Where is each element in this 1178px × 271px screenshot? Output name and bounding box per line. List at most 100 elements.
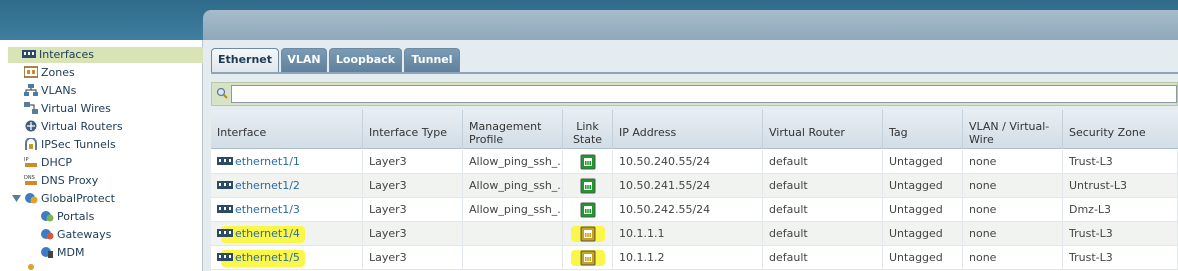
tab-underline bbox=[211, 72, 1178, 74]
virtual-wires-icon bbox=[24, 102, 38, 114]
search-input[interactable] bbox=[231, 85, 1177, 103]
cell-link-state bbox=[563, 222, 613, 246]
cell-interface: ethernet1/1 bbox=[211, 150, 363, 174]
expand-triangle-icon[interactable] bbox=[12, 194, 21, 203]
column-header-interface[interactable]: Interface bbox=[211, 110, 363, 149]
sidebar-item-dhcp[interactable]: IP DHCP bbox=[24, 155, 72, 171]
sidebar-item-label: Zones bbox=[41, 66, 75, 79]
cell-security-zone: Dmz-L3 bbox=[1063, 198, 1178, 222]
gateways-icon bbox=[41, 229, 54, 240]
cell-interface: ethernet1/4 bbox=[211, 222, 363, 246]
sidebar-item-dns-proxy[interactable]: DNS DNS Proxy bbox=[24, 173, 98, 189]
cell-tag: Untagged bbox=[883, 174, 963, 198]
cell-vlan-virtual-wire: none bbox=[963, 222, 1063, 246]
sidebar-item-label: VLANs bbox=[41, 84, 77, 97]
column-header-ip-address[interactable]: IP Address bbox=[613, 110, 763, 149]
cell-link-state bbox=[563, 246, 613, 270]
link-unknown-icon bbox=[571, 250, 605, 266]
sidebar-item-virtual-wires[interactable]: Virtual Wires bbox=[24, 101, 111, 117]
table-row[interactable]: ethernet1/4 Layer3 10.1.1.1 default Untagged… bbox=[211, 222, 1178, 246]
interface-link[interactable]: ethernet1/1 bbox=[217, 155, 300, 168]
interface-name[interactable]: ethernet1/3 bbox=[235, 203, 300, 216]
cell-interface-type: Layer3 bbox=[363, 198, 463, 222]
table-header: Interface Interface Type Management Prof… bbox=[211, 110, 1178, 149]
cell-interface-type: Layer3 bbox=[363, 174, 463, 198]
sidebar-item-label: DHCP bbox=[41, 156, 73, 169]
tab-vlan[interactable]: VLAN bbox=[281, 48, 327, 72]
tab-ethernet[interactable]: Ethernet bbox=[211, 48, 279, 73]
sidebar-item-vlans[interactable]: VLANs bbox=[24, 83, 76, 99]
cell-virtual-router: default bbox=[763, 174, 883, 198]
interface-name[interactable]: ethernet1/5 bbox=[235, 251, 300, 264]
sidebar-item-label: IPSec Tunnels bbox=[41, 138, 116, 151]
sidebar-item-gateways[interactable]: Gateways bbox=[40, 227, 111, 243]
interface-link[interactable]: ethernet1/4 bbox=[217, 227, 300, 240]
tab-tunnel[interactable]: Tunnel bbox=[404, 48, 460, 72]
sidebar-item-portals[interactable]: Portals bbox=[40, 209, 94, 225]
table-row[interactable]: ethernet1/2 Layer3 Allow_ping_ssh_... 10.50… bbox=[211, 174, 1178, 198]
cell-security-zone: Trust-L3 bbox=[1063, 246, 1178, 270]
content-panel-caption bbox=[203, 10, 1178, 40]
svg-text:DNS: DNS bbox=[24, 175, 35, 181]
sidebar-item-label: MDM bbox=[57, 246, 85, 259]
sidebar-item-label: Virtual Routers bbox=[41, 120, 123, 133]
sidebar-item-label: Interfaces bbox=[39, 48, 94, 61]
cell-management-profile bbox=[463, 246, 563, 270]
column-header-vlan-virtual-wire[interactable]: VLAN / Virtual-Wire bbox=[963, 110, 1063, 149]
table-row[interactable]: ethernet1/1 Layer3 Allow_ping_ssh_... 10.50… bbox=[211, 150, 1178, 174]
column-header-interface-type[interactable]: Interface Type bbox=[363, 110, 463, 149]
sidebar-item-mdm[interactable]: MDM bbox=[40, 245, 84, 261]
dns-proxy-icon: DNS bbox=[24, 175, 37, 185]
ethernet-port-icon bbox=[217, 181, 233, 189]
interfaces-icon bbox=[22, 50, 36, 58]
zones-icon bbox=[24, 66, 38, 78]
cell-ip-address: 10.50.241.55/24 bbox=[613, 174, 763, 198]
sidebar-item-zones[interactable]: Zones bbox=[24, 65, 75, 81]
sidebar-item-virtual-routers[interactable]: Virtual Routers bbox=[24, 119, 123, 135]
cell-virtual-router: default bbox=[763, 222, 883, 246]
cell-interface: ethernet1/5 bbox=[211, 246, 363, 270]
sidebar-item-globalprotect[interactable]: GlobalProtect bbox=[12, 191, 115, 207]
table-row[interactable]: ethernet1/5 Layer3 10.1.1.2 default Untagged… bbox=[211, 246, 1178, 270]
sidebar-item-interfaces[interactable]: Interfaces bbox=[8, 47, 203, 63]
column-header-link-state[interactable]: Link State bbox=[563, 110, 613, 149]
cell-interface-type: Layer3 bbox=[363, 246, 463, 270]
column-header-management-profile[interactable]: Management Profile bbox=[463, 110, 563, 149]
filter-bar bbox=[211, 82, 1178, 106]
sidebar-item-label: Gateways bbox=[57, 228, 112, 241]
interface-name[interactable]: ethernet1/1 bbox=[235, 155, 300, 168]
tab-loopback[interactable]: Loopback bbox=[329, 48, 402, 72]
cell-security-zone: Untrust-L3 bbox=[1063, 174, 1178, 198]
ethernet-port-icon bbox=[217, 229, 233, 237]
cell-virtual-router: default bbox=[763, 198, 883, 222]
table-row[interactable]: ethernet1/3 Layer3 Allow_ping_ssh_... 10.50… bbox=[211, 198, 1178, 222]
cell-tag: Untagged bbox=[883, 246, 963, 270]
cell-management-profile: Allow_ping_ssh_... bbox=[463, 198, 563, 222]
cell-interface-type: Layer3 bbox=[363, 222, 463, 246]
virtual-routers-icon bbox=[25, 120, 37, 132]
column-header-virtual-router[interactable]: Virtual Router bbox=[763, 110, 883, 149]
column-header-tag[interactable]: Tag bbox=[883, 110, 963, 149]
cell-link-state bbox=[563, 174, 613, 198]
cell-vlan-virtual-wire: none bbox=[963, 174, 1063, 198]
cell-ip-address: 10.50.242.55/24 bbox=[613, 198, 763, 222]
interface-link[interactable]: ethernet1/2 bbox=[217, 179, 300, 192]
cell-link-state bbox=[563, 198, 613, 222]
sidebar-item-ipsec-tunnels[interactable]: IPSec Tunnels bbox=[24, 137, 116, 153]
interface-name[interactable]: ethernet1/4 bbox=[235, 227, 300, 240]
column-header-security-zone[interactable]: Security Zone bbox=[1063, 110, 1178, 149]
cell-interface: ethernet1/3 bbox=[211, 198, 363, 222]
ipsec-tunnels-icon bbox=[25, 138, 37, 150]
search-icon bbox=[216, 87, 228, 99]
cell-tag: Untagged bbox=[883, 222, 963, 246]
interface-name[interactable]: ethernet1/2 bbox=[235, 179, 300, 192]
interface-link[interactable]: ethernet1/3 bbox=[217, 203, 300, 216]
cell-link-state bbox=[563, 150, 613, 174]
sidebar-item-label: GlobalProtect bbox=[41, 192, 115, 205]
cell-interface: ethernet1/2 bbox=[211, 174, 363, 198]
network-sidebar: Interfaces Zones VLANs Virtual Wires Vir… bbox=[0, 40, 203, 271]
link-up-icon bbox=[580, 154, 596, 170]
interface-link[interactable]: ethernet1/5 bbox=[217, 251, 300, 264]
interfaces-table: Interface Interface Type Management Prof… bbox=[211, 110, 1178, 271]
cell-tag: Untagged bbox=[883, 198, 963, 222]
